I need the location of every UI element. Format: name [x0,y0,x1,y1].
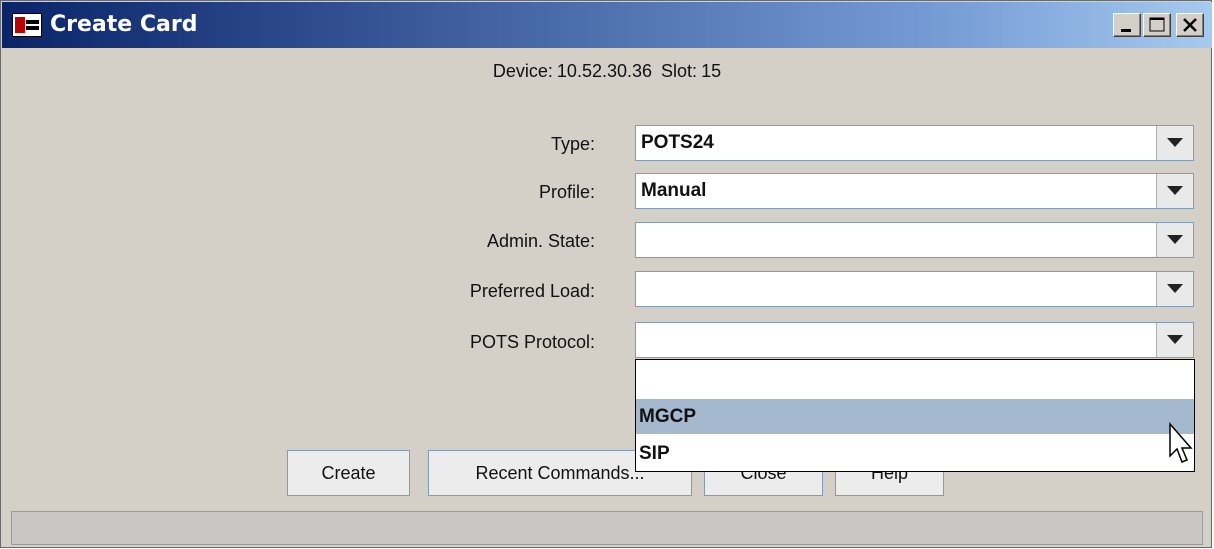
preferred-load-label: Preferred Load: [469,281,595,301]
create-button[interactable]: Create [287,450,410,496]
admin-state-select[interactable] [635,222,1194,258]
chevron-down-icon [1167,235,1183,244]
chevron-down-icon [1167,138,1183,147]
slot-value: 15 [701,61,722,81]
window-title: Create Card [50,12,198,37]
maximize-icon [1149,17,1165,32]
mouse-pointer-icon [1169,422,1193,463]
admin-state-label: Admin. State: [486,231,595,251]
preferred-load-dropdown-button[interactable] [1156,272,1193,306]
maximize-button[interactable] [1143,13,1171,37]
status-bar [11,511,1203,545]
dropdown-option-empty[interactable] [636,364,1194,399]
preferred-load-select[interactable] [635,271,1194,307]
dropdown-option-mgcp[interactable]: MGCP [636,399,1194,434]
type-label: Type: [550,134,595,154]
type-select[interactable]: POTS24 [635,125,1194,161]
chevron-down-icon [1167,335,1183,344]
pots-protocol-dropdown-list: MGCP SIP [635,359,1195,472]
minimize-button[interactable] [1113,13,1141,37]
app-logo-icon [12,13,42,37]
profile-select[interactable]: Manual [635,173,1194,209]
dropdown-option-sip[interactable]: SIP [636,436,1194,471]
profile-label: Profile: [538,182,595,202]
pots-protocol-select[interactable] [635,322,1194,358]
device-value: 10.52.30.36 [556,61,653,81]
slot-label: Slot: [661,61,698,81]
pots-protocol-label: POTS Protocol: [469,332,595,352]
profile-value: Manual [641,180,707,201]
device-label: Device: [492,61,553,81]
profile-dropdown-button[interactable] [1156,174,1193,208]
title-bar[interactable]: Create Card [2,2,1212,48]
minimize-icon [1121,29,1131,32]
close-icon [1183,18,1197,32]
create-card-window: Create Card Device: 10.52.30.36 Slot: 15 T… [0,0,1212,548]
chevron-down-icon [1167,284,1183,293]
pots-protocol-dropdown-button[interactable] [1156,323,1193,357]
close-button[interactable] [1176,13,1204,37]
device-info: Device: 10.52.30.36 Slot: 15 [1,61,1213,82]
type-dropdown-button[interactable] [1156,126,1193,160]
type-value: POTS24 [641,132,714,153]
admin-state-dropdown-button[interactable] [1156,223,1193,257]
chevron-down-icon [1167,186,1183,195]
